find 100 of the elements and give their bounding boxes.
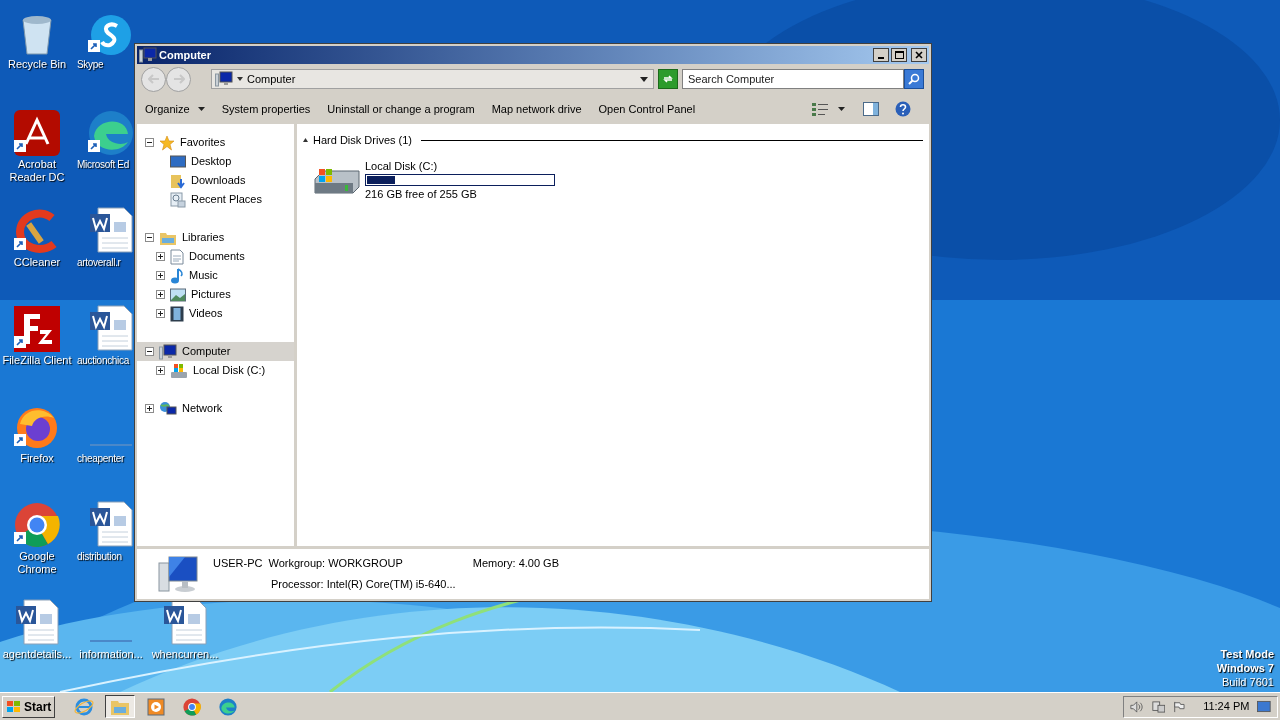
view-options-icon[interactable] bbox=[812, 102, 828, 116]
desktop-icon-label[interactable]: Acrobat Reader DC bbox=[1, 158, 73, 184]
tree-item[interactable]: Recent Places bbox=[137, 190, 294, 209]
picture-icon bbox=[170, 287, 186, 302]
preview-pane-icon[interactable] bbox=[863, 102, 879, 116]
desktop-icon-label[interactable]: cheapenter bbox=[77, 452, 125, 465]
tree-item[interactable]: Documents bbox=[137, 247, 294, 266]
address-bar[interactable]: Computer bbox=[211, 69, 654, 89]
computer-icon bbox=[159, 343, 177, 360]
tree-item[interactable]: Computer bbox=[137, 342, 294, 361]
desktop-icon-label[interactable]: Recycle Bin bbox=[7, 58, 67, 71]
network-icon[interactable] bbox=[1151, 699, 1166, 714]
star-icon bbox=[159, 134, 175, 151]
clock[interactable]: 11:24 PM bbox=[1203, 698, 1250, 715]
shortcut-arrow-icon bbox=[88, 140, 100, 152]
pdf-app-icon bbox=[14, 110, 60, 156]
toolbar-button[interactable]: Uninstall or change a program bbox=[327, 100, 475, 118]
tree-item[interactable]: Local Disk (C:) bbox=[137, 361, 294, 380]
tree-item[interactable]: Pictures bbox=[137, 285, 294, 304]
tree-item[interactable]: Videos bbox=[137, 304, 294, 323]
memory-text: Memory: 4.00 GB bbox=[472, 556, 559, 571]
shortcut-arrow-icon bbox=[14, 532, 26, 544]
system-mode-text: Build 7601 bbox=[1222, 675, 1274, 689]
show-desktop-icon[interactable] bbox=[1257, 700, 1271, 713]
refresh-arrows-icon bbox=[662, 74, 674, 84]
collapse-icon[interactable] bbox=[145, 138, 154, 147]
shortcut-arrow-icon bbox=[14, 238, 26, 250]
desktop-icon-label[interactable]: artoverall.r bbox=[77, 256, 121, 269]
filezilla-icon bbox=[14, 306, 60, 352]
system-mode-text: Windows 7 bbox=[1216, 661, 1274, 675]
search-button[interactable] bbox=[904, 69, 924, 89]
desktop-icon-label[interactable]: auctionchica bbox=[77, 354, 129, 367]
computer-icon bbox=[215, 71, 233, 87]
minimize-button[interactable] bbox=[873, 48, 889, 62]
free-space-text: 216 GB free of 255 GB bbox=[365, 186, 478, 202]
word-document-icon bbox=[14, 598, 60, 646]
word-document-icon bbox=[88, 206, 134, 254]
expand-icon[interactable] bbox=[145, 404, 154, 413]
desktop-icon-label[interactable]: Skype bbox=[77, 58, 104, 71]
workgroup-text: Workgroup: WORKGROUP bbox=[268, 556, 403, 571]
collapse-icon[interactable] bbox=[145, 233, 154, 242]
download-folder-icon bbox=[170, 172, 186, 189]
flag-icon[interactable] bbox=[1173, 699, 1186, 714]
shortcut-arrow-icon bbox=[14, 434, 26, 446]
refresh-button[interactable] bbox=[658, 69, 678, 89]
tree-item[interactable]: Music bbox=[137, 266, 294, 285]
collapse-caret-icon[interactable] bbox=[303, 138, 308, 143]
film-icon bbox=[170, 305, 184, 322]
processor-text: Processor: Intel(R) Core(TM) i5-640... bbox=[271, 576, 457, 592]
desktop-icon-label[interactable]: Google Chrome bbox=[1, 550, 73, 576]
close-button[interactable] bbox=[911, 48, 927, 62]
edge-icon bbox=[219, 697, 238, 716]
edge-icon bbox=[88, 110, 134, 156]
caret-icon bbox=[197, 107, 205, 111]
tree-item[interactable]: Libraries bbox=[137, 228, 294, 247]
shortcut-arrow-icon bbox=[14, 336, 26, 348]
expand-icon[interactable] bbox=[156, 366, 165, 375]
expand-icon[interactable] bbox=[156, 252, 165, 261]
dropdown-caret-icon[interactable] bbox=[640, 76, 648, 82]
dropdown-caret-icon[interactable] bbox=[838, 107, 845, 111]
computer-icon bbox=[139, 47, 157, 63]
music-note-icon bbox=[170, 267, 184, 284]
recent-places-icon bbox=[170, 191, 186, 208]
browser-e-icon bbox=[74, 696, 95, 717]
desktop-icon bbox=[170, 154, 186, 169]
drive-name[interactable]: Local Disk (C:) bbox=[365, 158, 555, 174]
expand-icon[interactable] bbox=[156, 290, 165, 299]
drive-icon bbox=[170, 362, 188, 379]
document-icon bbox=[170, 248, 184, 265]
toolbar-button[interactable]: Map network drive bbox=[491, 100, 582, 118]
skype-icon bbox=[90, 14, 132, 56]
shortcut-arrow-icon bbox=[88, 40, 100, 52]
word-document-icon bbox=[88, 500, 134, 548]
media-player-icon bbox=[147, 697, 166, 716]
tree-item[interactable]: Favorites bbox=[137, 133, 294, 152]
expand-icon[interactable] bbox=[156, 271, 165, 280]
recycle-bin-icon bbox=[19, 14, 55, 56]
search-field[interactable]: Search Computer bbox=[682, 69, 904, 89]
start-button[interactable]: Start bbox=[2, 695, 56, 718]
help-icon[interactable] bbox=[895, 101, 911, 117]
taskbar-button[interactable] bbox=[105, 695, 136, 718]
desktop-icon-label[interactable]: distribution bbox=[77, 550, 122, 563]
tree-item[interactable]: Network bbox=[137, 399, 294, 418]
group-header[interactable]: Hard Disk Drives (1) bbox=[313, 132, 412, 149]
toolbar-button[interactable]: System properties bbox=[221, 100, 311, 118]
toolbar-button[interactable]: Organize bbox=[145, 100, 205, 118]
collapse-icon[interactable] bbox=[145, 347, 154, 356]
desktop-icon-label[interactable]: FileZilla Client bbox=[2, 354, 72, 367]
maximize-button[interactable] bbox=[891, 48, 907, 62]
desktop-icon-label[interactable]: Firefox bbox=[20, 452, 54, 465]
desktop-icon-label[interactable]: Microsoft Ed bbox=[77, 158, 129, 171]
close-icon bbox=[915, 51, 923, 59]
tree-item[interactable]: Downloads bbox=[137, 171, 294, 190]
speaker-icon[interactable] bbox=[1130, 699, 1144, 714]
expand-icon[interactable] bbox=[156, 309, 165, 318]
word-document-icon bbox=[88, 304, 134, 352]
tree-item[interactable]: Desktop bbox=[137, 152, 294, 171]
toolbar-button[interactable]: Open Control Panel bbox=[598, 100, 696, 118]
desktop-icon-label[interactable]: CCleaner bbox=[13, 256, 61, 269]
windows-logo-icon bbox=[6, 699, 22, 714]
